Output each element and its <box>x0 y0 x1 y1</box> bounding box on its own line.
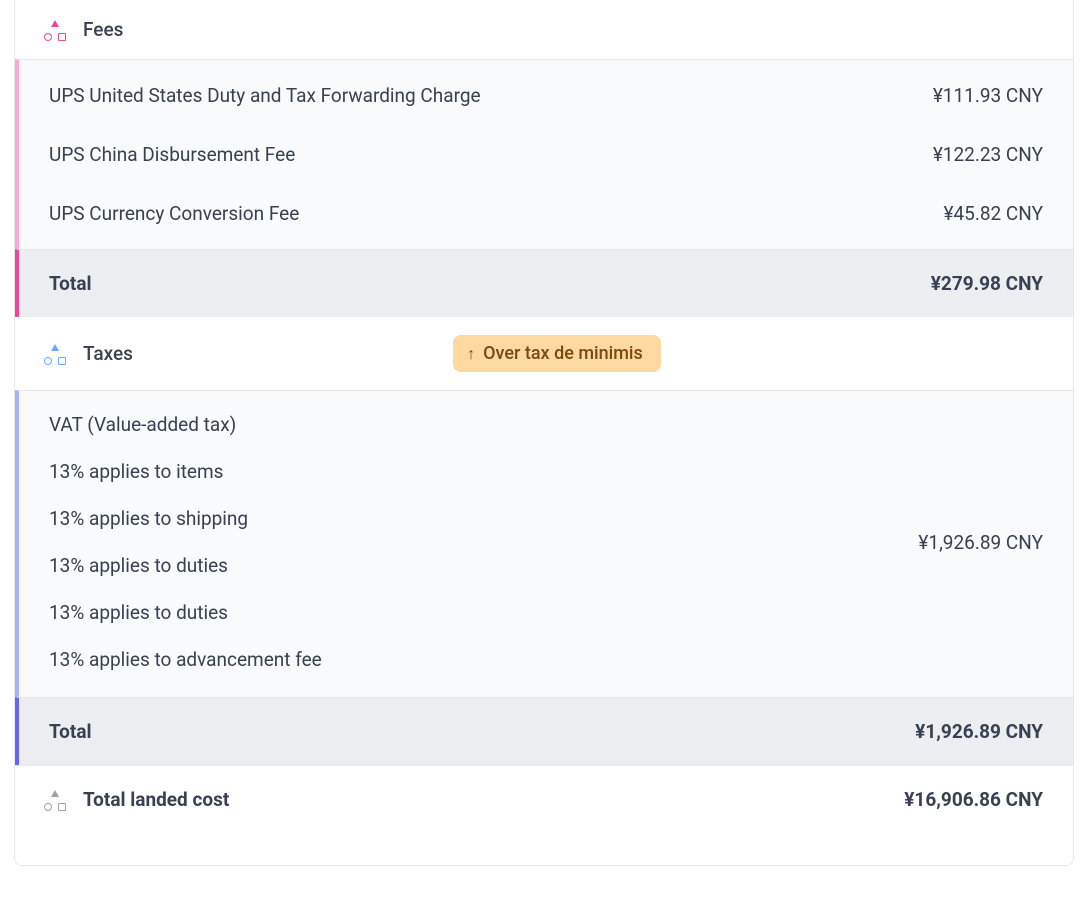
taxes-line-items: VAT (Value-added tax) 13% applies to ite… <box>15 390 1073 697</box>
badge-text: Over tax de minimis <box>483 343 643 364</box>
fees-line-items: UPS United States Duty and Tax Forwardin… <box>15 59 1073 249</box>
vat-line: 13% applies to advancement fee <box>49 648 322 671</box>
fee-line-item: UPS China Disbursement Fee ¥122.23 CNY <box>19 131 1073 190</box>
fee-name: UPS United States Duty and Tax Forwardin… <box>49 84 481 107</box>
vat-line: 13% applies to duties <box>49 554 322 577</box>
fees-total-label: Total <box>49 272 92 295</box>
landed-label: Total landed cost <box>83 788 229 811</box>
taxes-title: Taxes <box>83 342 133 365</box>
vat-amount: ¥1,926.89 CNY <box>918 531 1043 554</box>
taxes-total-row: Total ¥1,926.89 CNY <box>15 697 1073 765</box>
taxes-section-header: Taxes ↑ Over tax de minimis <box>15 317 1073 390</box>
vat-line: 13% applies to duties <box>49 601 322 624</box>
arrow-up-icon: ↑ <box>467 344 475 364</box>
fee-amount: ¥111.93 CNY <box>933 84 1043 107</box>
vat-title: VAT (Value-added tax) <box>49 413 322 436</box>
fee-amount: ¥122.23 CNY <box>933 143 1043 166</box>
fees-total-amount: ¥279.98 CNY <box>931 272 1043 295</box>
taxes-total-amount: ¥1,926.89 CNY <box>915 720 1043 743</box>
hierarchy-icon <box>45 20 65 40</box>
tax-de-minimis-badge: ↑ Over tax de minimis <box>453 335 661 372</box>
landed-left: Total landed cost <box>45 788 229 811</box>
vat-line: 13% applies to shipping <box>49 507 322 530</box>
fee-name: UPS Currency Conversion Fee <box>49 202 299 225</box>
hierarchy-icon <box>45 344 65 364</box>
total-landed-row: Total landed cost ¥16,906.86 CNY <box>15 765 1073 865</box>
vat-line: 13% applies to items <box>49 460 322 483</box>
fee-amount: ¥45.82 CNY <box>944 202 1044 225</box>
fees-section-header: Fees <box>15 0 1073 59</box>
fee-name: UPS China Disbursement Fee <box>49 143 295 166</box>
fee-line-item: UPS United States Duty and Tax Forwardin… <box>19 60 1073 131</box>
fee-line-item: UPS Currency Conversion Fee ¥45.82 CNY <box>19 190 1073 249</box>
fees-total-row: Total ¥279.98 CNY <box>15 249 1073 317</box>
cost-breakdown-card: Fees UPS United States Duty and Tax Forw… <box>14 0 1074 866</box>
vat-block: VAT (Value-added tax) 13% applies to ite… <box>19 391 1073 697</box>
vat-lines: VAT (Value-added tax) 13% applies to ite… <box>49 413 322 671</box>
taxes-total-label: Total <box>49 720 92 743</box>
landed-amount: ¥16,906.86 CNY <box>904 788 1043 811</box>
hierarchy-icon <box>45 790 65 810</box>
fees-title: Fees <box>83 18 123 41</box>
